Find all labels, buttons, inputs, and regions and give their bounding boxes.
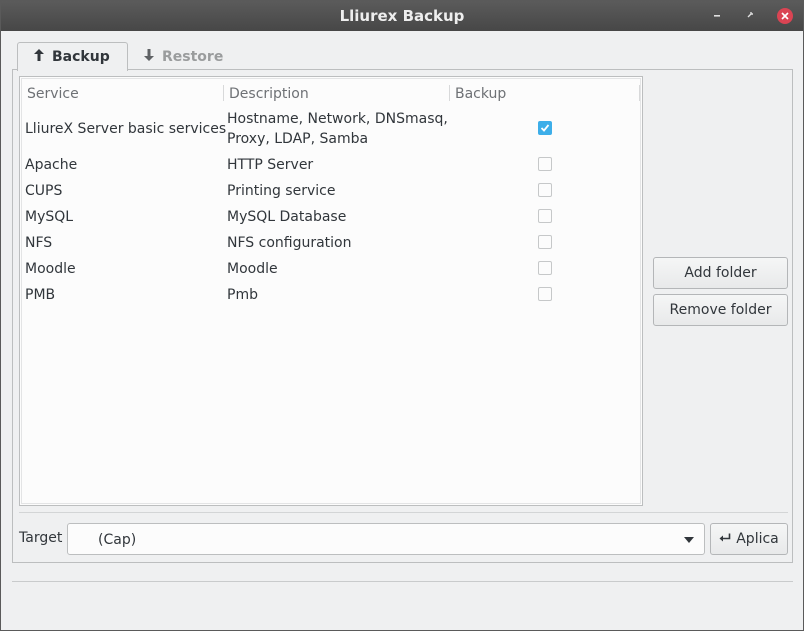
column-separator — [223, 85, 224, 101]
service-name: LliureX Server basic services — [25, 121, 227, 137]
maximize-button[interactable] — [741, 6, 761, 26]
service-description: Proxy, LDAP, Samba — [227, 131, 369, 147]
backup-checkbox[interactable] — [538, 235, 552, 249]
table-row[interactable]: NFS NFS configuration — [22, 233, 642, 253]
table-row[interactable]: Moodle Moodle — [22, 259, 642, 279]
status-bar — [12, 581, 793, 582]
service-table-viewport: Service Description Backup LliureX Serve… — [21, 78, 641, 504]
service-name: PMB — [25, 287, 56, 303]
close-button[interactable] — [775, 6, 795, 26]
service-description: NFS configuration — [227, 235, 352, 251]
service-table[interactable]: Service Description Backup LliureX Serve… — [19, 76, 643, 506]
backup-checkbox[interactable] — [538, 209, 552, 223]
app-window: Lliurex Backup Backup Restore Service De… — [0, 0, 804, 631]
backup-checkbox[interactable] — [538, 183, 552, 197]
service-name: MySQL — [25, 209, 74, 225]
remove-folder-button[interactable]: Remove folder — [653, 294, 788, 326]
minimize-icon — [712, 9, 722, 23]
apply-button[interactable]: Aplica — [710, 523, 788, 555]
service-name: Moodle — [25, 261, 76, 277]
title-bar[interactable]: Lliurex Backup — [1, 1, 803, 31]
target-select[interactable]: (Cap) — [67, 523, 705, 555]
table-row[interactable]: CUPS Printing service — [22, 181, 642, 201]
backup-checkbox[interactable] — [538, 157, 552, 171]
divider — [19, 512, 788, 513]
target-label: Target — [19, 530, 63, 546]
arrow-down-icon — [144, 48, 154, 65]
service-description: Moodle — [227, 261, 278, 277]
service-description: Printing service — [227, 183, 336, 199]
service-description: Hostname, Network, DNSmasq, — [227, 111, 448, 127]
service-description: HTTP Server — [227, 157, 314, 173]
target-select-value: (Cap) — [98, 532, 137, 548]
tab-bar: Backup Restore — [17, 42, 239, 71]
tab-backup[interactable]: Backup — [17, 42, 128, 71]
column-header-description[interactable]: Description — [229, 83, 309, 105]
tab-restore-label: Restore — [162, 48, 224, 65]
backup-checkbox[interactable] — [538, 287, 552, 301]
add-folder-button[interactable]: Add folder — [653, 257, 788, 289]
tab-backup-label: Backup — [52, 49, 110, 65]
service-description: MySQL Database — [227, 209, 347, 225]
window-title: Lliurex Backup — [339, 7, 465, 25]
apply-button-label: Aplica — [736, 531, 779, 547]
tab-restore[interactable]: Restore — [128, 42, 239, 71]
enter-icon — [719, 531, 731, 547]
table-row[interactable]: MySQL MySQL Database — [22, 207, 642, 227]
close-icon — [777, 8, 793, 24]
column-header-service[interactable]: Service — [27, 83, 79, 105]
column-separator — [449, 85, 450, 101]
backup-checkbox[interactable] — [538, 261, 552, 275]
table-row[interactable]: Apache HTTP Server — [22, 155, 642, 175]
minimize-button[interactable] — [707, 6, 727, 26]
chevron-down-icon — [684, 537, 694, 543]
column-separator — [639, 85, 640, 101]
column-header-backup[interactable]: Backup — [455, 83, 506, 105]
backup-checkbox[interactable] — [538, 121, 552, 135]
service-name: NFS — [25, 235, 53, 251]
service-name: Apache — [25, 157, 78, 173]
table-row[interactable]: PMB Pmb — [22, 285, 642, 305]
arrow-up-icon — [34, 49, 44, 65]
service-name: CUPS — [25, 183, 63, 199]
backup-panel: Service Description Backup LliureX Serve… — [12, 69, 793, 563]
checkmark-icon — [540, 124, 550, 132]
service-description: Pmb — [227, 287, 258, 303]
table-row[interactable]: LliureX Server basic services Hostname, … — [22, 109, 642, 149]
maximize-icon — [746, 9, 756, 23]
